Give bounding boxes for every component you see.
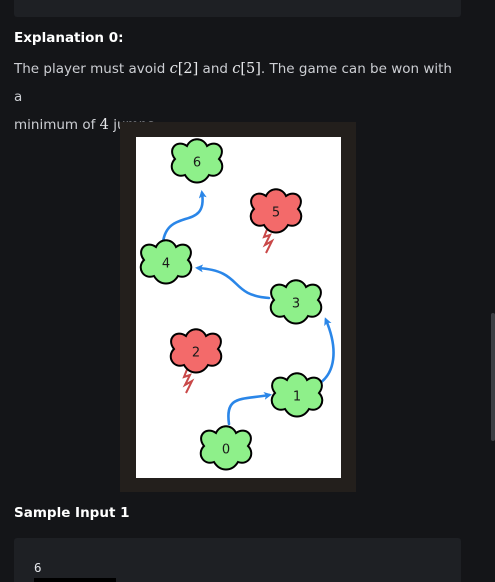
cloud-label: 4 (162, 257, 170, 272)
explanation-text-part: The player must avoid (14, 61, 170, 77)
explanation-text-part: minimum of (14, 117, 100, 133)
jump-arrow-3-4 (195, 264, 271, 300)
math-jump-count: 4 (99, 117, 109, 133)
explanation-heading: Explanation 0: (14, 30, 124, 46)
math-c-5: c[5] (232, 61, 261, 77)
cumulus-cloud-3: 3 (269, 279, 323, 325)
jump-arrow-1-3 (318, 317, 335, 385)
thunder-cloud-2: 2 (169, 328, 223, 394)
cloud-label: 3 (292, 297, 300, 312)
cloud-label: 5 (272, 206, 280, 221)
cloud-label: 1 (293, 390, 301, 405)
cumulus-cloud-4: 4 (139, 239, 193, 285)
jump-arrow-4-6 (161, 190, 207, 244)
thunder-cloud-5: 5 (249, 188, 303, 254)
jump-arrow-0-1 (227, 391, 272, 426)
math-c-2: c[2] (169, 61, 199, 77)
explanation-text-part: and (198, 61, 233, 77)
sample-input-code-block[interactable]: 6 (14, 538, 461, 582)
previous-code-block (14, 0, 461, 17)
code-line: 6 (34, 560, 42, 575)
cloud-label: 0 (222, 443, 230, 458)
cumulus-cloud-6: 6 (170, 138, 224, 184)
scrollbar-thumb[interactable] (491, 313, 495, 441)
code-line-underline (34, 578, 116, 582)
cloud-label: 6 (193, 156, 201, 171)
cumulus-cloud-1: 1 (270, 372, 324, 418)
scrollbar-track[interactable] (491, 0, 495, 582)
clouds-figure: 0 1 2 3 4 5 6 (136, 137, 341, 478)
cumulus-cloud-0: 0 (199, 425, 253, 471)
sample-input-heading: Sample Input 1 (14, 505, 130, 521)
cloud-label: 2 (192, 346, 200, 361)
